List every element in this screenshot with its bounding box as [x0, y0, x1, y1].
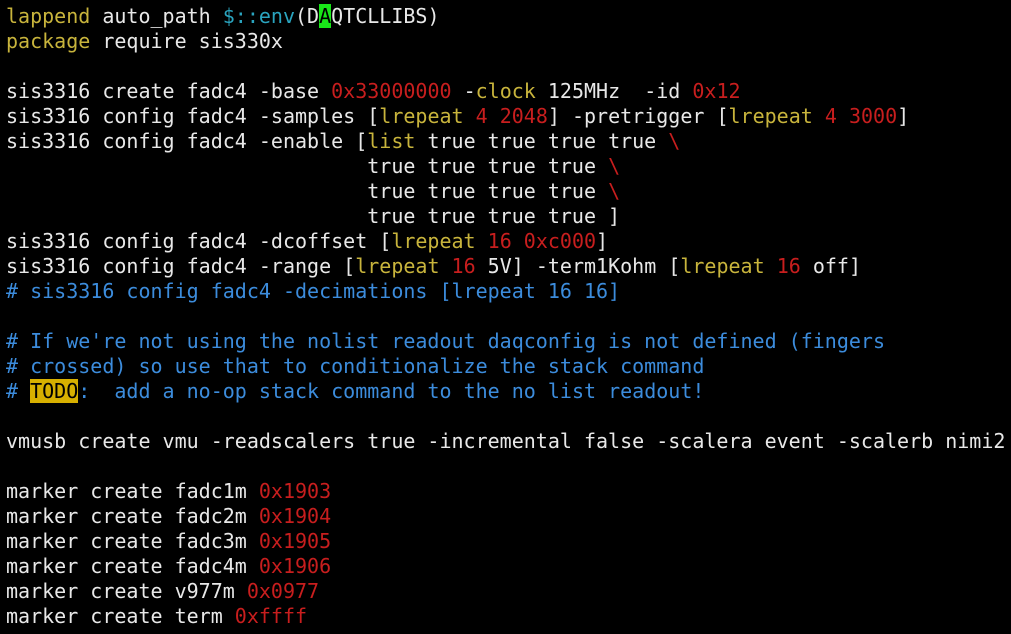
- number-token: \: [608, 154, 621, 178]
- number-token: 3000: [848, 104, 898, 128]
- code-line[interactable]: # If we're not using the nolist readout …: [6, 329, 1011, 354]
- code-text: (D: [295, 4, 320, 28]
- keyword-token: lrepeat: [355, 254, 440, 278]
- code-text: true true true true: [415, 129, 669, 153]
- number-token: 0x1904: [258, 504, 332, 528]
- code-line[interactable]: # sis3316 config fadc4 -decimations [lre…: [6, 279, 1011, 304]
- code-text: auto_path: [90, 4, 223, 28]
- keyword-token: lappend: [6, 4, 91, 28]
- number-token: 16: [776, 254, 801, 278]
- number-token: 2048: [499, 104, 548, 128]
- code-text: marker create fadc4m: [6, 554, 259, 578]
- code-line[interactable]: true true true true \: [6, 154, 1011, 179]
- keyword-token: lrepeat: [391, 229, 476, 253]
- code-text: 5V] -term1Kohm [: [475, 254, 681, 278]
- comment-token: # If we're not using the nolist readout …: [6, 329, 885, 353]
- number-token: 0x33000000: [331, 79, 452, 103]
- code-line[interactable]: # crossed) so use that to conditionalize…: [6, 354, 1011, 379]
- code-line[interactable]: marker create fadc4m 0x1906: [6, 554, 1011, 579]
- code-text: sis3316 config fadc4 -enable [: [6, 129, 368, 153]
- code-line[interactable]: [6, 304, 1011, 329]
- comment-token: #: [6, 379, 31, 403]
- code-text: require sis330x: [90, 29, 283, 53]
- code-text: sis3316 config fadc4 -dcoffset [: [6, 229, 392, 253]
- code-line[interactable]: marker create term 0xffff: [6, 604, 1011, 629]
- code-editor[interactable]: lappend auto_path $::env(DAQTCLLIBS) pack…: [0, 0, 1011, 634]
- code-line[interactable]: vmusb create vmu -readscalers true -incr…: [6, 429, 1011, 454]
- todo-highlight: TODO: [30, 379, 79, 403]
- code-text: ]: [596, 229, 609, 253]
- code-text: marker create fadc2m: [6, 504, 259, 528]
- code-line[interactable]: sis3316 config fadc4 -dcoffset [lrepeat …: [6, 229, 1011, 254]
- number-token: 16: [487, 229, 512, 253]
- code-text: ]: [897, 104, 910, 128]
- code-line[interactable]: [6, 54, 1011, 79]
- code-line[interactable]: marker create fadc2m 0x1904: [6, 504, 1011, 529]
- comment-token: : add a no-op stack command to the no li…: [78, 379, 705, 403]
- code-line[interactable]: true true true true \: [6, 179, 1011, 204]
- code-text: marker create fadc3m: [6, 529, 259, 553]
- keyword-token: clock: [475, 79, 536, 103]
- keyword-token: lrepeat: [680, 254, 765, 278]
- code-line[interactable]: sis3316 config fadc4 -enable [list true …: [6, 129, 1011, 154]
- keyword-token: lrepeat: [379, 104, 464, 128]
- code-text: sis3316 config fadc4 -range [: [6, 254, 356, 278]
- code-text: sis3316 config fadc4 -samples [: [6, 104, 380, 128]
- number-token: \: [608, 179, 621, 203]
- number-token: 0x1905: [258, 529, 332, 553]
- comment-token: # sis3316 config fadc4 -decimations [lre…: [6, 279, 621, 303]
- code-text: true true true true: [6, 179, 609, 203]
- code-text: marker create v977m: [6, 579, 247, 603]
- keyword-token: list: [367, 129, 416, 153]
- code-text: vmusb create vmu -readscalers true -incr…: [6, 429, 1006, 453]
- number-token: 0x12: [692, 79, 741, 103]
- code-line[interactable]: true true true true ]: [6, 204, 1011, 229]
- code-text: true true true true: [6, 154, 609, 178]
- code-line[interactable]: sis3316 config fadc4 -samples [lrepeat 4…: [6, 104, 1011, 129]
- code-text: ] -pretrigger [: [547, 104, 729, 128]
- number-token: 4: [824, 104, 837, 128]
- number-token: 0x0977: [246, 579, 320, 603]
- number-token: 16: [451, 254, 476, 278]
- code-text: sis3316 create fadc4 -base: [6, 79, 332, 103]
- code-text: marker create fadc1m: [6, 479, 259, 503]
- code-text: off]: [800, 254, 861, 278]
- code-line[interactable]: # TODO: add a no-op stack command to the…: [6, 379, 1011, 404]
- code-line[interactable]: lappend auto_path $::env(DAQTCLLIBS): [6, 4, 1011, 29]
- code-line[interactable]: marker create fadc3m 0x1905: [6, 529, 1011, 554]
- code-text: -: [451, 79, 476, 103]
- number-token: 0xc000: [523, 229, 597, 253]
- number-token: 0x1906: [258, 554, 332, 578]
- variable-token: $::env: [222, 4, 295, 28]
- code-text: marker create term: [6, 604, 235, 628]
- comment-token: # crossed) so use that to conditionalize…: [6, 354, 705, 378]
- code-text: 125MHz -id: [535, 79, 693, 103]
- code-line[interactable]: package require sis330x: [6, 29, 1011, 54]
- code-line[interactable]: marker create v977m 0x0977: [6, 579, 1011, 604]
- number-token: \: [668, 129, 681, 153]
- code-line[interactable]: sis3316 config fadc4 -range [lrepeat 16 …: [6, 254, 1011, 279]
- keyword-token: package: [6, 29, 91, 53]
- code-line[interactable]: [6, 454, 1011, 479]
- number-token: 0x1903: [258, 479, 332, 503]
- number-token: 0xffff: [234, 604, 308, 628]
- code-line[interactable]: marker create fadc1m 0x1903: [6, 479, 1011, 504]
- code-line[interactable]: [6, 404, 1011, 429]
- code-text: QTCLLIBS): [331, 4, 440, 28]
- code-text: true true true true ]: [6, 204, 621, 228]
- number-token: 4: [475, 104, 488, 128]
- text-cursor: A: [319, 4, 332, 28]
- code-line[interactable]: sis3316 create fadc4 -base 0x33000000 -c…: [6, 79, 1011, 104]
- keyword-token: lrepeat: [728, 104, 813, 128]
